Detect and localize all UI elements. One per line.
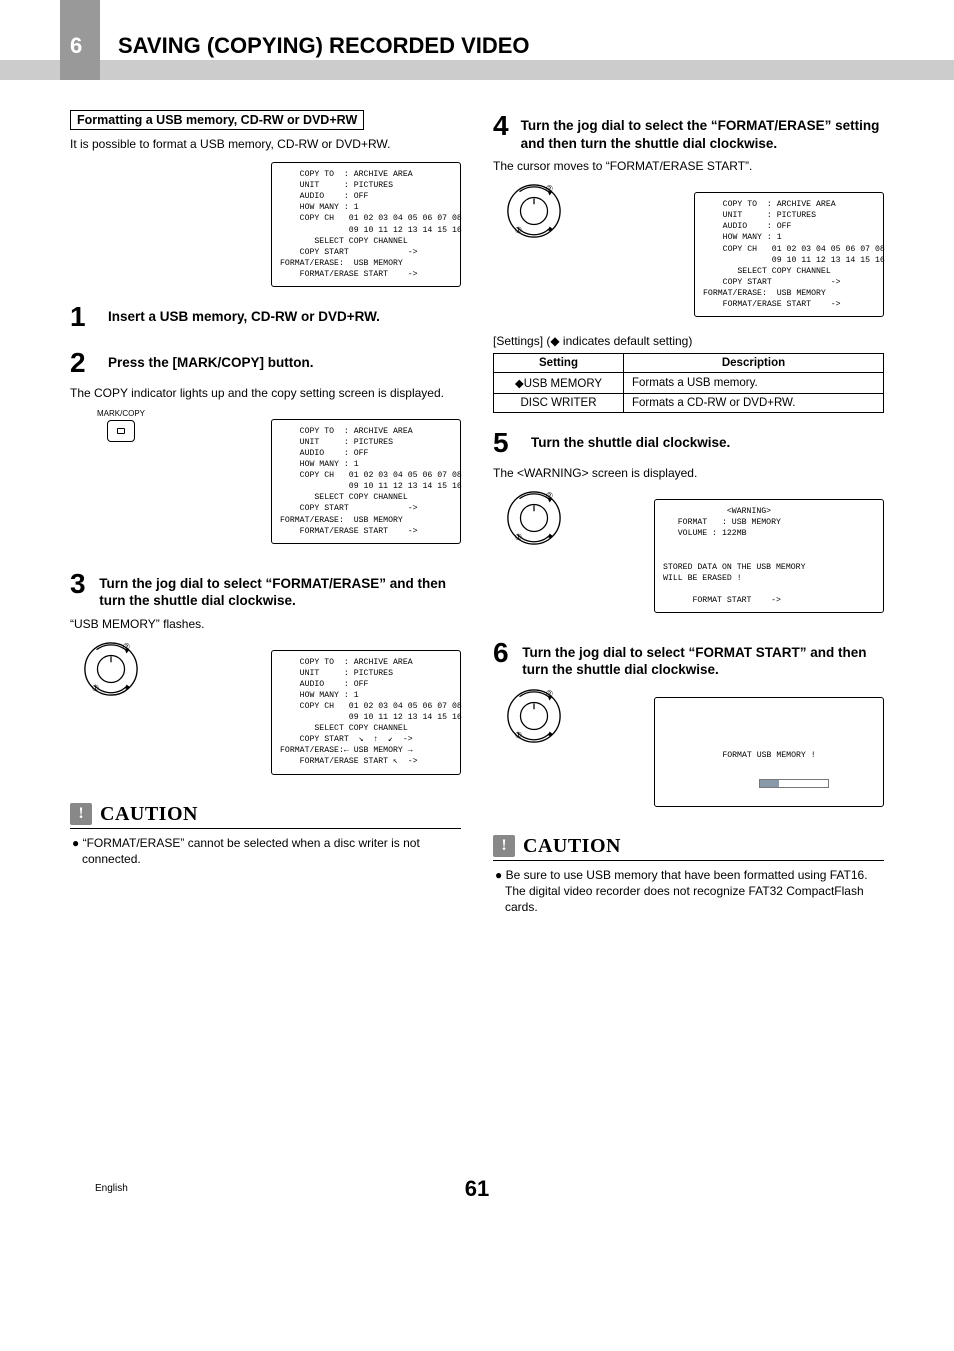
step-number: 1: [70, 301, 96, 333]
header: 6 SAVING (COPYING) RECORDED VIDEO: [0, 0, 954, 70]
jog-dial-icon: [493, 489, 583, 552]
lcd-screen-2: COPY TO : ARCHIVE AREA UNIT : PICTURES A…: [271, 419, 461, 544]
step-number: 3: [70, 568, 87, 610]
lcd-screen-6: FORMAT USB MEMORY !: [654, 697, 884, 807]
lcd6-text: FORMAT USB MEMORY !: [663, 750, 875, 761]
lcd-screen-4: COPY TO : ARCHIVE AREA UNIT : PICTURES A…: [694, 192, 884, 317]
settings-caption: [Settings] (◆ indicates default setting): [493, 333, 884, 349]
step-4: Turn the jog dial to select the “FORMAT/…: [521, 110, 884, 152]
step-5: Turn the shuttle dial clockwise.: [531, 427, 730, 459]
lcd-screen-5: <WARNING> FORMAT : USB MEMORY VOLUME : 1…: [654, 499, 884, 613]
settings-table: Setting Description ◆USB MEMORY Formats …: [493, 353, 884, 413]
chapter-title: SAVING (COPYING) RECORDED VIDEO: [118, 33, 530, 59]
step-2-note: The COPY indicator lights up and the cop…: [70, 385, 461, 401]
jog-dial-icon: [70, 640, 160, 703]
footer-language: English: [95, 1183, 128, 1194]
step-number: 2: [70, 347, 96, 379]
step-2: Press the [MARK/COPY] button.: [108, 347, 314, 379]
markcopy-button-illustration: MARK/COPY: [70, 409, 160, 442]
step-3: Turn the jog dial to select “FORMAT/ERAS…: [99, 568, 461, 610]
lcd-screen-1: COPY TO : ARCHIVE AREA UNIT : PICTURES A…: [271, 162, 461, 287]
markcopy-label: MARK/COPY: [82, 409, 160, 418]
step-1: Insert a USB memory, CD-RW or DVD+RW.: [108, 301, 380, 333]
step-3-note: “USB MEMORY” flashes.: [70, 616, 461, 632]
chapter-number: 6: [70, 33, 82, 59]
caution-body: ● “FORMAT/ERASE” cannot be selected when…: [70, 835, 461, 867]
caution-label: CAUTION: [100, 803, 198, 826]
step-number: 6: [493, 637, 510, 679]
caution-heading: ! CAUTION: [493, 835, 884, 858]
page-number: 61: [70, 1176, 884, 1202]
step-6: Turn the jog dial to select “FORMAT STAR…: [522, 637, 884, 679]
jog-dial-icon: [493, 687, 583, 750]
lcd-screen-3: COPY TO : ARCHIVE AREA UNIT : PICTURES A…: [271, 650, 461, 775]
caution-heading: ! CAUTION: [70, 803, 461, 826]
step-4-note: The cursor moves to “FORMAT/ERASE START”…: [493, 158, 884, 174]
step-number: 4: [493, 110, 509, 152]
th-setting: Setting: [494, 354, 624, 373]
caution-body: ● Be sure to use USB memory that have be…: [493, 867, 884, 916]
intro: It is possible to format a USB memory, C…: [70, 136, 461, 152]
table-row: DISC WRITER Formats a CD-RW or DVD+RW.: [494, 394, 884, 413]
caution-icon: !: [493, 835, 515, 857]
caution-icon: !: [70, 803, 92, 825]
jog-dial-icon: [493, 182, 583, 245]
table-row: ◆USB MEMORY Formats a USB memory.: [494, 373, 884, 394]
section-box-title: Formatting a USB memory, CD-RW or DVD+RW: [70, 110, 364, 130]
th-desc: Description: [624, 354, 884, 373]
step-number: 5: [493, 427, 519, 459]
step-5-note: The <WARNING> screen is displayed.: [493, 465, 884, 481]
caution-label: CAUTION: [523, 835, 621, 858]
progress-bar: [759, 779, 829, 788]
